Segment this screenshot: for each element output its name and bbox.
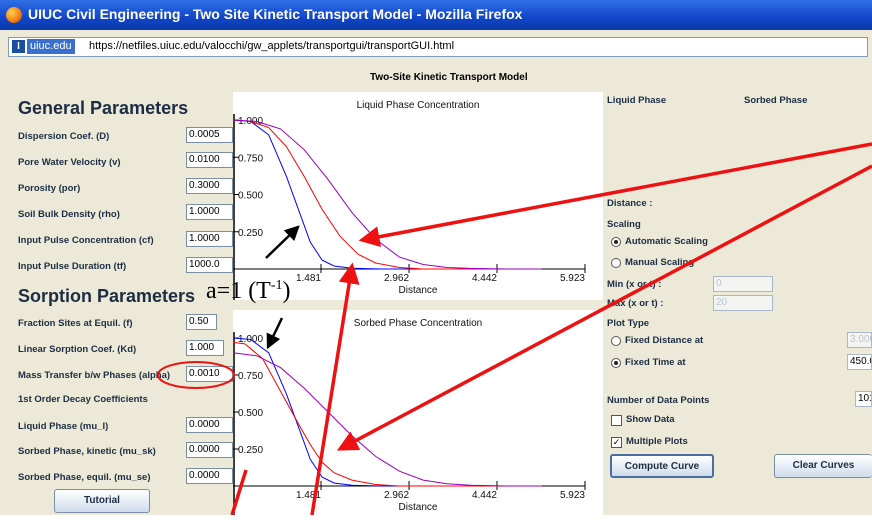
- sorbed-phase-header: Sorbed Phase: [744, 95, 808, 106]
- series-line-1: [232, 119, 531, 270]
- site-identity-badge[interactable]: uiuc.edu: [27, 39, 75, 54]
- param-field-mu-sk[interactable]: 0.0000: [186, 442, 233, 458]
- fixed-distance-input[interactable]: 3.000: [847, 332, 872, 348]
- y-tick-label: 0.750: [238, 153, 263, 164]
- fixed-time-label[interactable]: Fixed Time at: [625, 357, 686, 368]
- x-axis-label: Distance: [399, 285, 438, 296]
- param-label-pulse-concentration: Input Pulse Concentration (cf): [18, 235, 154, 246]
- x-axis-label: Distance: [399, 502, 438, 513]
- y-tick-label: 0.500: [238, 408, 263, 419]
- x-tick-label: 4.442: [472, 273, 497, 284]
- manual-scaling-radio[interactable]: [611, 258, 621, 268]
- liquid-phase-header: Liquid Phase: [607, 95, 667, 106]
- x-tick-label: 2.962: [384, 490, 409, 501]
- multiple-plots-label[interactable]: Multiple Plots: [626, 436, 688, 447]
- max-input[interactable]: 20: [713, 295, 773, 311]
- clear-curves-button[interactable]: Clear Curves: [774, 454, 872, 478]
- chart-title: Sorbed Phase Concentration: [354, 318, 482, 329]
- num-points-input[interactable]: 101: [855, 391, 872, 407]
- param-field-fraction-sites[interactable]: 0.50: [186, 314, 217, 330]
- fixed-distance-label[interactable]: Fixed Distance at: [625, 335, 703, 346]
- series-line-0: [232, 337, 531, 487]
- param-field-porosity[interactable]: 0.3000: [186, 178, 233, 194]
- series-line-1: [232, 341, 531, 487]
- x-tick-label: 1.481: [296, 273, 321, 284]
- scaling-label: Scaling: [607, 219, 641, 230]
- y-tick-label: 0.500: [238, 191, 263, 202]
- distance-label: Distance :: [607, 198, 653, 209]
- param-label-mu-sk: Sorbed Phase, kinetic (mu_sk): [18, 446, 156, 457]
- param-label-bulk-density: Soil Bulk Density (rho): [18, 209, 120, 220]
- show-data-label[interactable]: Show Data: [626, 414, 675, 425]
- general-parameters-heading: General Parameters: [18, 98, 189, 118]
- annotation-close-paren: ): [282, 278, 291, 304]
- manual-scaling-label[interactable]: Manual Scaling: [625, 257, 694, 268]
- annotation-exponent: -1: [270, 278, 283, 293]
- param-field-mu-se[interactable]: 0.0000: [186, 468, 233, 484]
- param-label-pulse-duration: Input Pulse Duration (tf): [18, 261, 127, 272]
- param-field-dispersion[interactable]: 0.0005: [186, 127, 233, 143]
- app-title: Two-Site Kinetic Transport Model: [370, 72, 528, 83]
- automatic-scaling-radio[interactable]: [611, 237, 621, 247]
- chart-title: Liquid Phase Concentration: [357, 100, 480, 111]
- firefox-icon: [6, 7, 22, 23]
- decay-coefficients-heading: 1st Order Decay Coefficients: [18, 394, 148, 405]
- param-label-sorption-coef: Linear Sorption Coef. (Kd): [18, 344, 137, 355]
- param-field-mu-l[interactable]: 0.0000: [186, 417, 233, 433]
- param-field-pulse-concentration[interactable]: 1.0000: [186, 231, 233, 247]
- y-tick-label: 0.250: [238, 445, 263, 456]
- series-line-2: [232, 352, 542, 487]
- param-label-porosity: Porosity (por): [18, 183, 81, 194]
- liquid-phase-chart-svg: Liquid Phase Concentration1.0000.7500.50…: [232, 100, 586, 300]
- param-label-mu-se: Sorbed Phase, equil. (mu_se): [18, 472, 151, 483]
- liquid-phase-plot: Liquid Phase Concentration 1.000 0.750 0.50…: [232, 92, 603, 300]
- param-label-fraction-sites: Fraction Sites at Equil. (f): [18, 318, 133, 329]
- param-label-mu-l: Liquid Phase (mu_l): [18, 421, 109, 432]
- show-data-checkbox[interactable]: [611, 415, 622, 426]
- param-label-mass-transfer: Mass Transfer b/w Phases (alpha): [18, 370, 171, 381]
- x-tick-label: 4.442: [472, 490, 497, 501]
- fixed-time-input[interactable]: 450.0: [847, 354, 872, 370]
- series-line-0: [232, 119, 531, 270]
- automatic-scaling-label[interactable]: Automatic Scaling: [625, 236, 708, 247]
- param-label-dispersion: Dispersion Coef. (D): [18, 131, 110, 142]
- x-tick-label: 1.481: [296, 490, 321, 501]
- fixed-distance-radio[interactable]: [611, 336, 621, 346]
- y-tick-label: 0.250: [238, 228, 263, 239]
- y-tick-label: 0.750: [238, 371, 263, 382]
- multiple-plots-checkbox[interactable]: ✓: [611, 437, 622, 448]
- param-field-velocity[interactable]: 0.0100: [186, 152, 233, 168]
- min-input[interactable]: 0: [713, 276, 773, 292]
- tutorial-button[interactable]: Tutorial: [54, 489, 150, 513]
- param-field-mass-transfer[interactable]: 0.0010: [186, 366, 233, 382]
- fixed-time-radio[interactable]: [611, 358, 621, 368]
- num-points-label: Number of Data Points: [607, 395, 710, 406]
- param-label-velocity: Pore Water Velocity (v): [18, 157, 121, 168]
- max-label: Max (x or t) :: [607, 298, 664, 309]
- window-title: UIUC Civil Engineering - Two Site Kineti…: [28, 6, 523, 22]
- sorption-parameters-heading: Sorption Parameters: [18, 286, 196, 306]
- sorbed-phase-chart-svg: Sorbed Phase Concentration1.0000.7500.50…: [232, 318, 586, 515]
- site-identity-icon[interactable]: I: [12, 40, 25, 53]
- x-tick-label: 2.962: [384, 273, 409, 284]
- annotation-text-main: a=1 (T: [206, 278, 271, 304]
- url-text[interactable]: https://netfiles.uiuc.edu/valocchi/gw_ap…: [89, 40, 454, 52]
- min-label: Min (x or t) :: [607, 279, 662, 290]
- compute-curve-button[interactable]: Compute Curve: [610, 454, 714, 478]
- series-line-2: [232, 119, 542, 270]
- param-field-sorption-coef[interactable]: 1.000: [186, 340, 224, 356]
- plot-type-label: Plot Type: [607, 318, 650, 329]
- alpha-annotation-text: a=1 (T-1): [206, 278, 291, 305]
- sorbed-phase-plot: Sorbed Phase Concentration 1.000 0.750 0.50…: [232, 310, 603, 515]
- x-tick-label: 5.923: [560, 490, 585, 501]
- window-titlebar: UIUC Civil Engineering - Two Site Kineti…: [0, 0, 872, 30]
- param-field-pulse-duration[interactable]: 1000.0: [186, 257, 233, 273]
- x-tick-label: 5.923: [560, 273, 585, 284]
- param-field-bulk-density[interactable]: 1.0000: [186, 204, 233, 220]
